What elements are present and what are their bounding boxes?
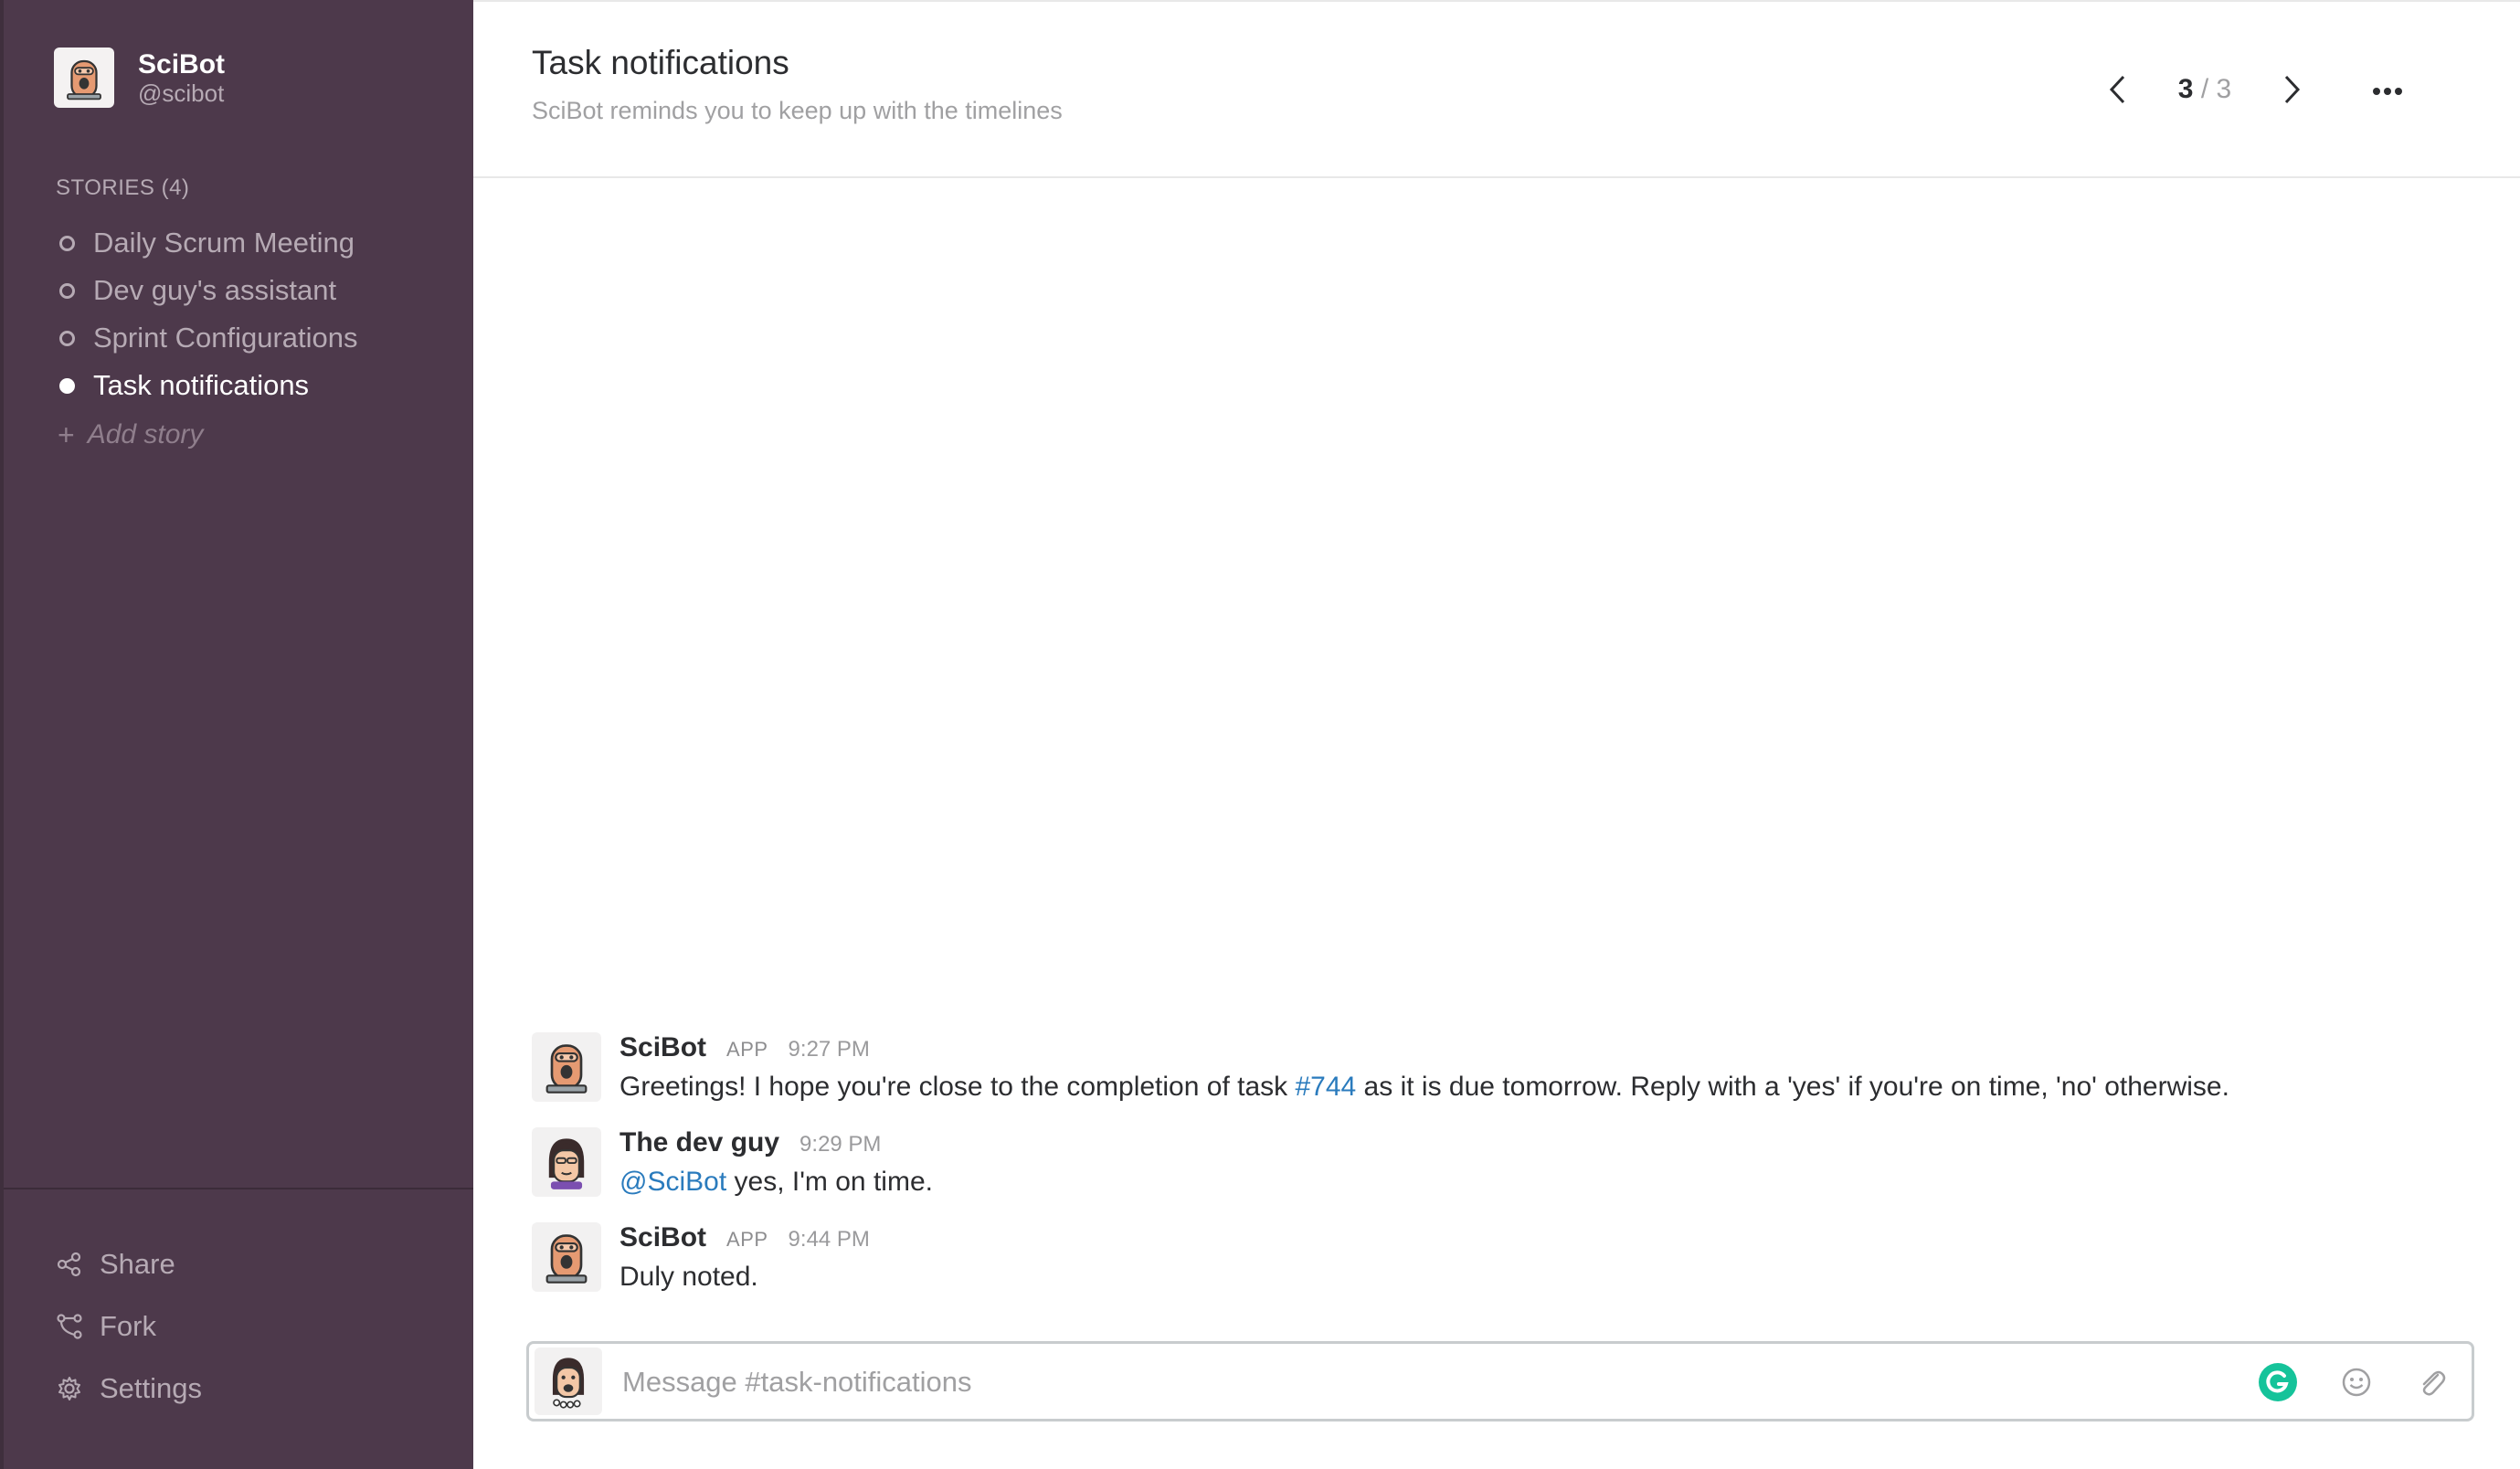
attach-button[interactable] <box>2411 1362 2451 1402</box>
add-story-label: Add story <box>87 419 204 449</box>
robot-avatar-icon <box>67 59 101 100</box>
user-mention[interactable]: @SciBot <box>619 1167 726 1197</box>
dev-guy-avatar-icon <box>548 1138 585 1189</box>
emoji-button[interactable] <box>2336 1362 2377 1402</box>
share-icon <box>57 1252 81 1277</box>
grammarly-button[interactable] <box>2258 1362 2298 1402</box>
more-horizontal-icon <box>2373 88 2402 95</box>
story-item-dev-guys-assistant[interactable]: Dev guy's assistant <box>56 267 358 314</box>
gear-icon <box>58 1377 80 1400</box>
plus-icon: + <box>58 417 75 451</box>
chevron-right-icon <box>2284 75 2301 104</box>
page-subtitle: SciBot reminds you to keep up with the t… <box>532 97 1063 124</box>
message-text: Greetings! I hope you're close to the co… <box>619 1069 2229 1105</box>
story-status-icon <box>59 330 75 346</box>
message-author[interactable]: SciBot <box>619 1032 706 1063</box>
add-story-button[interactable]: + Add story <box>56 409 358 460</box>
sidebar-bottom-menu: Share Fork Settings <box>56 1233 202 1420</box>
settings-label: Settings <box>100 1372 203 1404</box>
grammarly-icon <box>2259 1363 2297 1401</box>
message-text-part: yes, I'm on time. <box>726 1167 933 1197</box>
more-options-button[interactable] <box>2365 71 2410 111</box>
message-time[interactable]: 9:44 PM <box>789 1227 870 1252</box>
robot-avatar-icon <box>545 1044 588 1094</box>
message: SciBot APP 9:27 PM Greetings! I hope you… <box>532 1032 2451 1105</box>
message-text: Duly noted. <box>619 1262 758 1292</box>
prev-button[interactable] <box>2100 68 2136 111</box>
sidebar-divider <box>4 1188 473 1189</box>
chevron-left-icon <box>2109 75 2125 104</box>
story-label: Task notifications <box>93 369 310 401</box>
user-avatar-icon <box>552 1358 585 1409</box>
message-text-part: Greetings! I hope you're close to the co… <box>619 1072 1296 1102</box>
page-title: Task notifications <box>532 44 789 81</box>
message-author[interactable]: SciBot <box>619 1222 706 1253</box>
message-text: @SciBot yes, I'm on time. <box>619 1164 933 1200</box>
message: SciBot APP 9:44 PM Duly noted. <box>532 1222 2451 1295</box>
pager-count: 3 / 3 <box>2136 74 2273 105</box>
sidebar: SciBot @scibot STORIES (4) Daily Scrum M… <box>0 0 473 1469</box>
task-link[interactable]: #744 <box>1295 1072 1356 1102</box>
share-label: Share <box>100 1248 175 1280</box>
paperclip-icon <box>2422 1370 2446 1396</box>
robot-avatar-icon <box>545 1234 588 1284</box>
story-item-daily-scrum[interactable]: Daily Scrum Meeting <box>56 219 358 267</box>
channel-header: Task notifications SciBot reminds you to… <box>473 0 2520 178</box>
story-status-icon <box>59 235 75 251</box>
bot-name: SciBot <box>138 49 226 79</box>
fork-icon <box>57 1314 82 1339</box>
app-badge: APP <box>726 1038 768 1061</box>
share-button[interactable]: Share <box>56 1233 202 1295</box>
story-list: Daily Scrum Meeting Dev guy's assistant … <box>56 219 358 460</box>
avatar[interactable] <box>532 1032 601 1102</box>
story-item-sprint-configurations[interactable]: Sprint Configurations <box>56 314 358 362</box>
story-label: Sprint Configurations <box>93 322 358 354</box>
stories-heading: STORIES (4) <box>56 175 190 200</box>
settings-button[interactable]: Settings <box>56 1358 202 1420</box>
bot-avatar <box>54 48 114 108</box>
bot-handle: @scibot <box>138 79 225 107</box>
story-item-task-notifications[interactable]: Task notifications <box>56 362 358 409</box>
story-label: Dev guy's assistant <box>93 274 337 306</box>
message-time[interactable]: 9:27 PM <box>789 1037 870 1062</box>
bot-header[interactable]: SciBot @scibot <box>54 48 225 108</box>
message-author[interactable]: The dev guy <box>619 1127 779 1158</box>
emoji-icon <box>2342 1368 2371 1397</box>
avatar[interactable] <box>532 1222 601 1292</box>
message-list: SciBot APP 9:27 PM Greetings! I hope you… <box>532 1032 2451 1317</box>
story-label: Daily Scrum Meeting <box>93 227 355 259</box>
message-input[interactable] <box>620 1357 1995 1408</box>
next-button[interactable] <box>2273 68 2310 111</box>
story-pager: 3 / 3 <box>2100 68 2310 111</box>
message-text-part: as it is due tomorrow. Reply with a 'yes… <box>1356 1072 2229 1102</box>
message: The dev guy 9:29 PM @SciBot yes, I'm on … <box>532 1127 2451 1200</box>
pager-current: 3 <box>2177 74 2194 104</box>
message-composer <box>526 1341 2474 1421</box>
story-status-icon <box>59 377 75 394</box>
fork-label: Fork <box>100 1310 156 1342</box>
composer-avatar <box>535 1347 602 1415</box>
fork-button[interactable]: Fork <box>56 1295 202 1358</box>
avatar[interactable] <box>532 1127 601 1197</box>
pager-total: / 3 <box>2200 74 2232 104</box>
message-time[interactable]: 9:29 PM <box>799 1132 881 1157</box>
story-status-icon <box>59 282 75 299</box>
app-badge: APP <box>726 1228 768 1251</box>
